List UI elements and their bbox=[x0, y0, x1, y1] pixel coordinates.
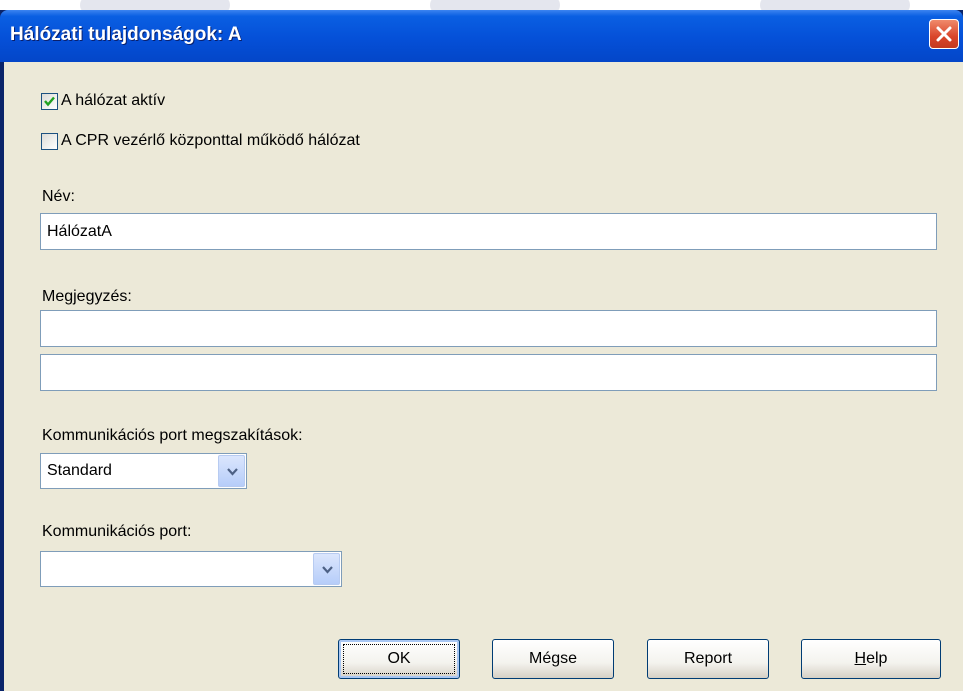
help-button-mnemonic: H bbox=[854, 650, 867, 667]
active-checkbox[interactable] bbox=[41, 93, 58, 110]
title-bar[interactable]: Hálózati tulajdonságok: A bbox=[0, 10, 963, 62]
help-button-label: elp bbox=[866, 650, 888, 667]
note-input-line-1[interactable] bbox=[40, 310, 937, 347]
window-title: Hálózati tulajdonságok: A bbox=[10, 24, 242, 45]
dialog-body: A hálózat aktív A CPR vezérlő központtal… bbox=[4, 62, 963, 691]
cpr-checkbox-label[interactable]: A CPR vezérlő központtal működő hálózat bbox=[61, 132, 360, 150]
interrupts-select-value: Standard bbox=[47, 462, 112, 479]
note-label: Megjegyzés: bbox=[42, 288, 132, 305]
report-button[interactable]: Report bbox=[647, 639, 769, 679]
name-label: Név: bbox=[42, 188, 75, 205]
interrupts-select[interactable]: Standard bbox=[40, 453, 247, 489]
checkmark-icon bbox=[44, 96, 55, 107]
chevron-down-icon bbox=[227, 468, 238, 476]
close-icon bbox=[936, 26, 952, 42]
help-button[interactable]: Help bbox=[801, 639, 941, 679]
port-label: Kommunikációs port: bbox=[42, 523, 192, 540]
chevron-down-icon bbox=[322, 566, 333, 574]
dialog-window: Hálózati tulajdonságok: A A hálózat aktí… bbox=[0, 10, 963, 691]
interrupts-dropdown-button[interactable] bbox=[218, 455, 245, 487]
port-select[interactable] bbox=[40, 551, 342, 587]
note-input-line-2[interactable] bbox=[40, 354, 937, 391]
interrupts-label: Kommunikációs port megszakítások: bbox=[42, 427, 303, 444]
close-button[interactable] bbox=[929, 19, 959, 49]
port-dropdown-button[interactable] bbox=[313, 553, 340, 585]
ok-button[interactable]: OK bbox=[338, 639, 460, 679]
active-checkbox-label[interactable]: A hálózat aktív bbox=[61, 92, 165, 110]
cancel-button[interactable]: Mégse bbox=[492, 639, 614, 679]
cpr-checkbox[interactable] bbox=[41, 133, 58, 150]
name-input[interactable]: HálózatA bbox=[40, 213, 937, 250]
